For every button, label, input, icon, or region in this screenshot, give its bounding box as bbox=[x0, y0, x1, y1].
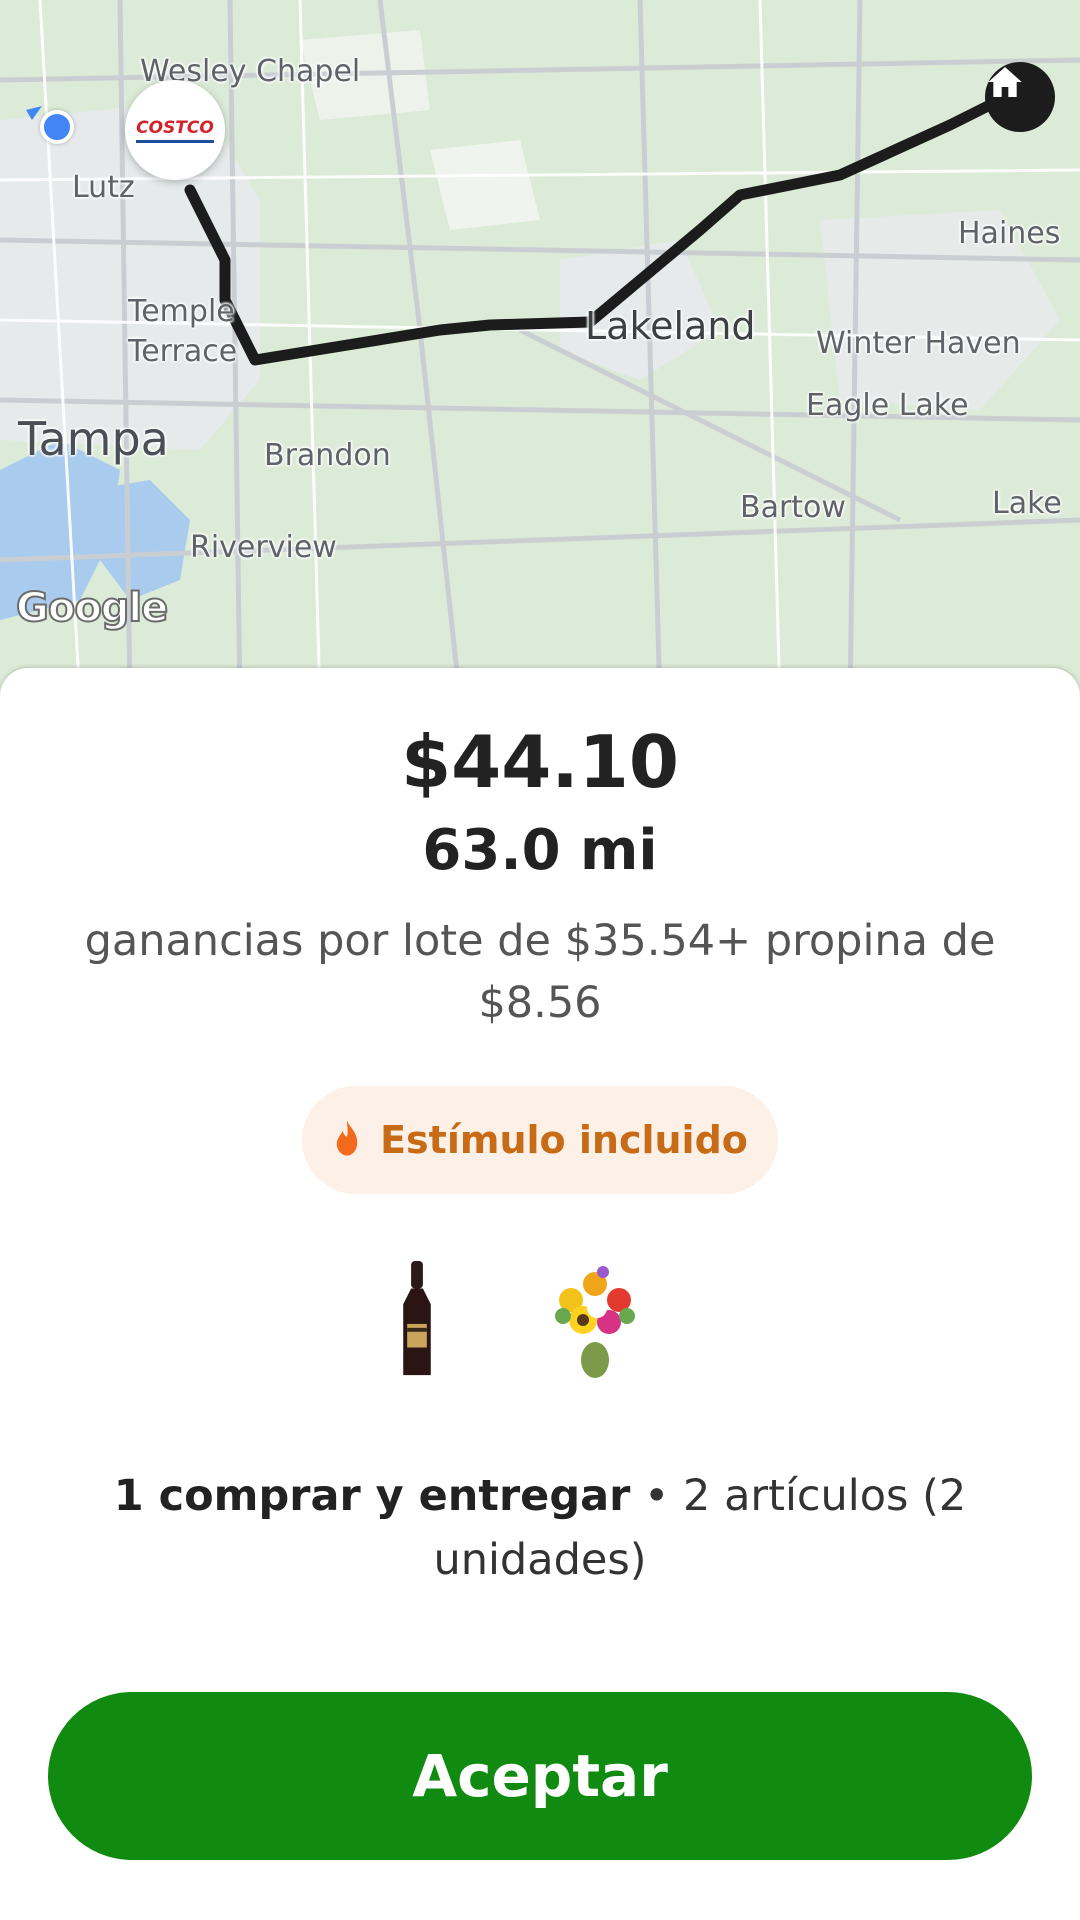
map-label-bartow: Bartow bbox=[740, 490, 846, 525]
offer-distance: 63.0 mi bbox=[422, 818, 658, 883]
map-label-tampa: Tampa bbox=[18, 412, 169, 466]
map-label-temple-terrace: Temple Terrace bbox=[128, 294, 238, 369]
route-map[interactable]: Wesley Chapel Lutz Temple Terrace Tampa … bbox=[0, 0, 1080, 700]
map-label-riverview: Riverview bbox=[190, 530, 337, 565]
order-summary: 1 comprar y entregar • 2 artículos (2 un… bbox=[70, 1464, 1010, 1592]
map-label-haines: Haines bbox=[958, 216, 1061, 251]
map-label-brandon: Brandon bbox=[264, 438, 391, 473]
map-label-lakeland: Lakeland bbox=[585, 304, 756, 348]
map-label-eagle-lake: Eagle Lake bbox=[806, 388, 969, 423]
accept-button[interactable]: Aceptar bbox=[48, 1692, 1032, 1860]
map-label-lake: Lake bbox=[992, 486, 1062, 521]
earnings-breakdown: ganancias por lote de $35.54+ propina de… bbox=[84, 916, 996, 1028]
location-dot-icon bbox=[40, 110, 74, 144]
costco-store-icon[interactable]: COSTCO bbox=[125, 80, 225, 180]
map-label-lutz: Lutz bbox=[72, 170, 135, 205]
home-icon[interactable] bbox=[985, 62, 1055, 132]
fire-icon bbox=[332, 1119, 362, 1162]
flower-bouquet-image bbox=[540, 1260, 650, 1380]
incentive-badge: Estímulo incluido bbox=[302, 1086, 778, 1194]
offer-price: $44.10 bbox=[401, 720, 679, 804]
store-logo-text: COSTCO bbox=[136, 118, 214, 143]
incentive-label: Estímulo incluido bbox=[380, 1118, 748, 1162]
map-label-winter-haven: Winter Haven bbox=[816, 326, 1021, 361]
order-type: 1 comprar y entregar bbox=[113, 1471, 631, 1521]
offer-sheet: $44.10 63.0 mi ganancias por lote de $35… bbox=[0, 668, 1080, 1920]
google-attribution-logo: Google bbox=[15, 584, 169, 632]
wine-bottle-image bbox=[362, 1260, 472, 1380]
